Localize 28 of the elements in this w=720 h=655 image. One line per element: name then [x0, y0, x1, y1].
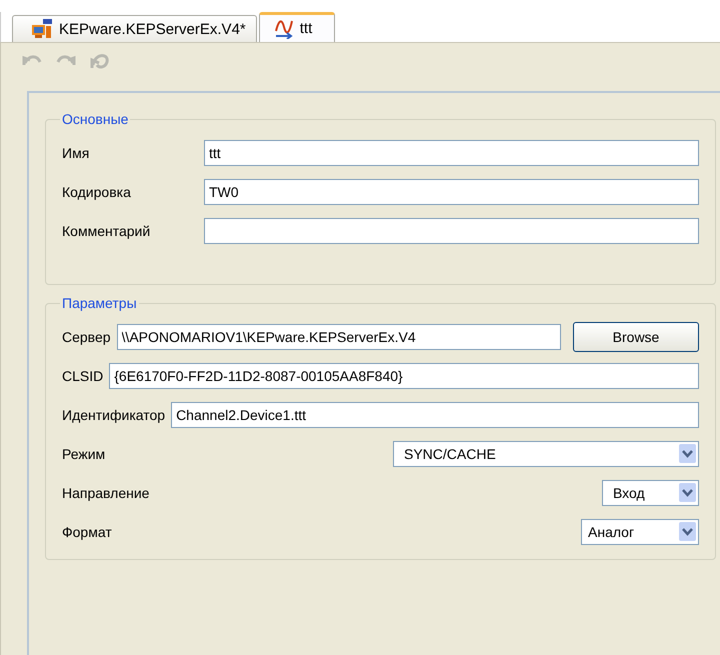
chevron-down-icon[interactable] — [679, 483, 696, 502]
document-tab[interactable]: KEPware.KEPServerEx.V4* — [12, 15, 257, 42]
dropdown[interactable]: Аналог — [581, 518, 699, 544]
wave-icon — [274, 18, 294, 38]
group-title: Основные — [61, 111, 130, 127]
computer-icon — [31, 19, 53, 39]
field-label: Направление — [62, 484, 150, 500]
browse-button[interactable]: Browse — [573, 322, 699, 352]
text-field[interactable]: TW0 — [204, 178, 699, 204]
text-field[interactable]: \\APONOMARIOV1\KEPware.KEPServerEx.V4 — [116, 324, 561, 350]
field-label: Кодировка — [62, 184, 132, 200]
field-label: Имя — [62, 144, 90, 160]
field-label: CLSID — [62, 368, 104, 384]
field-label: Сервер — [62, 328, 111, 344]
field-label: Режим — [62, 446, 106, 462]
text-field[interactable]: {6E6170F0-FF2D-11D2-8087-00105AA8F840} — [109, 362, 699, 388]
dropdown[interactable]: SYNC/CACHE — [393, 440, 699, 466]
dropdown[interactable]: Вход — [602, 480, 699, 506]
chevron-down-icon[interactable] — [679, 444, 696, 463]
document-tab[interactable]: ttt — [258, 12, 336, 42]
text-field[interactable] — [204, 218, 699, 244]
field-label: Формат — [62, 524, 112, 540]
group-title: Параметры — [61, 295, 138, 311]
text-field[interactable]: Channel2.Device1.ttt — [171, 402, 699, 428]
field-label: Комментарий — [62, 222, 152, 238]
chevron-down-icon[interactable] — [679, 522, 696, 541]
text-field[interactable]: ttt — [204, 140, 699, 166]
field-label: Идентификатор — [62, 406, 166, 422]
